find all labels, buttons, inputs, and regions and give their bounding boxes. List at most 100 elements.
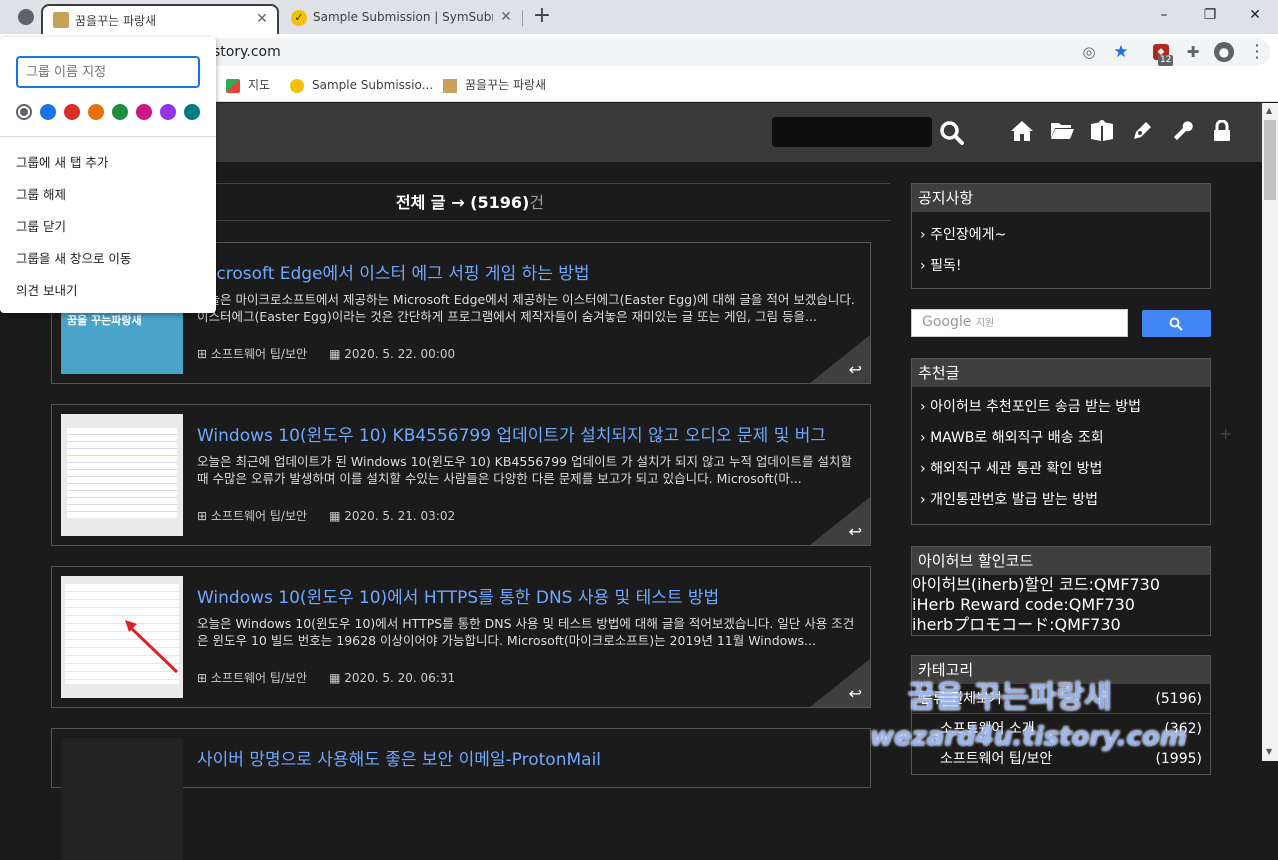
reply-icon[interactable]: ↩ [849,522,862,541]
post-thumbnail[interactable] [61,738,183,860]
category-icon: ⊞ [197,347,211,361]
recommend-item[interactable]: › MAWB로 해외직구 배송 조회 [912,423,1210,454]
bird-favicon-icon [443,78,457,93]
color-cyan[interactable] [184,104,200,120]
post-card: Windows 10(윈도우 10)에서 HTTPS를 통한 DNS 사용 및 … [51,566,871,708]
recommend-item[interactable]: › 아이허브 추천포인트 송금 받는 방법 [912,392,1210,423]
post-title[interactable]: Microsoft Edge에서 이스터 에그 서핑 게임 하는 방법 [197,259,590,284]
tab-group-chip[interactable] [18,9,34,25]
google-sub: 지원 [975,318,995,329]
page-scrollbar[interactable]: ▲ ▼ [1262,103,1278,761]
thumbnail-screenshot [67,428,177,518]
tab-inactive[interactable]: ✓ Sample Submission | SymSubmi ✕ [281,4,521,34]
notice-item[interactable]: › 주인장에게~ [912,220,1210,251]
notice-item[interactable]: › 필독! [912,251,1210,282]
post-excerpt: 오늘은 Windows 10(윈도우 10)에서 HTTPS를 통한 DNS 사… [197,616,855,648]
recommend-item-label: 해외직구 세관 통관 확인 방법 [930,461,1103,477]
category-icon: ⊞ [197,509,211,523]
post-title[interactable]: Windows 10(윈도우 10) KB4556799 업데이트가 설치되지 … [197,421,826,446]
post-category[interactable]: 소프트웨어 팁/보안 [211,347,307,361]
reply-icon[interactable]: ↩ [849,684,862,703]
notice-item-label: 주인장에게~ [930,227,1007,243]
site-search-input[interactable] [772,117,932,147]
puzzle-extensions-icon[interactable]: ✚ [1183,42,1203,62]
post-excerpt: 오늘은 최근에 업데이트가 된 Windows 10(윈도우 10) KB455… [197,454,852,486]
calendar-icon: ▦ [329,671,345,685]
post-thumbnail[interactable] [61,576,183,698]
post-category[interactable]: 소프트웨어 팁/보안 [211,671,307,685]
home-icon[interactable] [1009,120,1035,146]
menu-send-feedback[interactable]: 의견 보내기 [16,280,77,299]
pen-icon[interactable] [1129,120,1155,146]
red-arrow-icon [125,620,179,674]
post-card: Windows 10(윈도우 10) KB4556799 업데이트가 설치되지 … [51,404,871,546]
reply-icon[interactable]: ↩ [849,360,862,379]
plus-icon[interactable]: + [1219,424,1232,443]
bookmark-blog[interactable]: 꿈을꾸는 파랑새 [443,75,546,95]
close-window-button[interactable]: ✕ [1232,0,1278,30]
bookmark-maps[interactable]: 지도 [226,75,270,95]
post-card: 사이버 망명으로 사용해도 좋은 보안 이메일-ProtonMail [51,728,871,860]
post-title[interactable]: Windows 10(윈도우 10)에서 HTTPS를 통한 DNS 사용 및 … [197,583,719,608]
post-thumbnail[interactable] [61,414,183,536]
restore-button[interactable]: ❐ [1187,0,1233,30]
color-pink[interactable] [136,104,152,120]
category-label: 소프트웨어 팁/보안 [940,751,1053,767]
list-title-unit: 건 [529,193,545,212]
kebab-menu-icon[interactable]: ⋮ [1247,42,1267,62]
post-date: 2020. 5. 21. 03:02 [344,509,456,523]
post-title[interactable]: 사이버 망명으로 사용해도 좋은 보안 이메일-ProtonMail [197,745,601,770]
divider [0,136,216,137]
bookmark-label: 꿈을꾸는 파랑새 [465,78,547,92]
profile-avatar-icon[interactable]: ● [1214,42,1234,62]
color-orange[interactable] [88,104,104,120]
checkmark-favicon-icon [290,78,304,93]
eye-slash-icon[interactable]: ◎ [1079,42,1099,62]
menu-move-group-new-window[interactable]: 그룹을 새 창으로 이동 [16,248,131,267]
search-icon[interactable] [939,120,965,146]
scroll-up-arrow-icon[interactable]: ▲ [1266,106,1272,115]
recommend-item[interactable]: › 개인통관번호 발급 받는 방법 [912,485,1210,516]
calendar-icon: ▦ [329,509,345,523]
close-tab-icon[interactable]: ✕ [497,8,515,26]
post-category[interactable]: 소프트웨어 팁/보안 [211,509,307,523]
color-grey[interactable] [16,104,32,120]
watermark-line2: wezard4u.tistory.com [870,722,1187,752]
calendar-icon: ▦ [329,347,345,361]
color-green[interactable] [112,104,128,120]
group-name-input[interactable] [16,56,200,88]
google-label: Google [922,314,972,330]
scroll-thumb[interactable] [1264,120,1276,200]
recommend-item-label: 개인통관번호 발급 받는 방법 [930,492,1098,508]
minimize-button[interactable]: – [1141,0,1187,30]
wrench-icon[interactable] [1169,120,1195,146]
url-text[interactable]: story.com [213,44,281,60]
notice-widget: 공지사항 › 주인장에게~ › 필독! [911,183,1211,289]
watermark-line1: 꿈을 꾸는파랑새 [908,680,1112,715]
close-tab-icon[interactable]: ✕ [253,10,271,28]
new-tab-button[interactable]: + [531,3,553,29]
menu-close-group[interactable]: 그룹 닫기 [16,216,66,235]
tab-active[interactable]: 꿈을꾸는 파랑새 ✕ [41,4,279,34]
recommend-item[interactable]: › 해외직구 세관 통관 확인 방법 [912,454,1210,485]
folder-open-icon[interactable] [1049,120,1075,146]
widget-title: 추천글 [912,359,1210,387]
widget-title: 공지사항 [912,184,1210,212]
google-search-input[interactable]: Google 지원 [911,309,1128,337]
google-search-button[interactable] [1142,310,1211,337]
color-blue[interactable] [40,104,56,120]
bookmark-sample-submission[interactable]: Sample Submissio... [290,75,433,95]
scroll-down-arrow-icon[interactable]: ▼ [1266,747,1272,756]
color-purple[interactable] [160,104,176,120]
bookmark-star-icon[interactable]: ★ [1111,42,1131,62]
iherb-line: 아이허브(iherb)할인 코드:QMF730 [912,575,1161,594]
lock-icon[interactable] [1209,119,1235,146]
iherb-line: iHerb Reward code:QMF730 [912,595,1135,614]
iherb-line: iherbプロモコード:QMF730 [912,615,1121,634]
address-bar[interactable] [150,38,1270,66]
book-icon[interactable] [1089,120,1115,146]
menu-ungroup[interactable]: 그룹 해제 [16,184,66,203]
menu-add-tab-to-group[interactable]: 그룹에 새 탭 추가 [16,152,108,171]
color-red[interactable] [64,104,80,120]
tab-strip: 꿈을꾸는 파랑새 ✕ ✓ Sample Submission | SymSubm… [0,0,1278,34]
